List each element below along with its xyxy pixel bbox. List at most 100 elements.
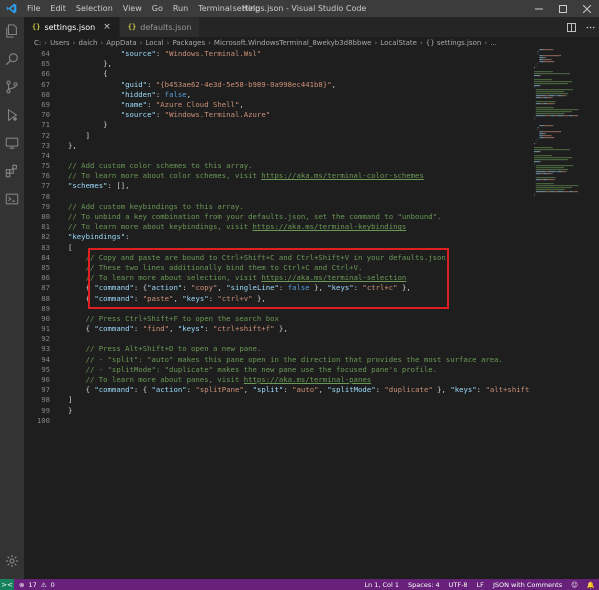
line-code: // To unbind a key combination from your… <box>68 212 441 222</box>
manage-button[interactable] <box>0 547 24 575</box>
line-number: 66 <box>41 69 50 79</box>
vscode-logo-icon <box>0 0 22 17</box>
line-number: 71 <box>41 120 50 130</box>
notifications-bell-icon[interactable]: 🔔 <box>587 581 595 589</box>
menu-view[interactable]: View <box>118 0 147 17</box>
line-number: 90 <box>41 313 50 323</box>
warnings-count: 0 <box>50 580 55 589</box>
minimap-mark <box>551 97 553 99</box>
minimap-mark <box>542 55 561 57</box>
menu-file[interactable]: File <box>22 0 45 17</box>
tab-defaults-json[interactable]: {} defaults.json <box>119 17 201 37</box>
remote-indicator-button[interactable]: >< <box>0 579 14 590</box>
encoding[interactable]: UTF-8 <box>449 581 468 589</box>
line-number: 86 <box>41 273 50 283</box>
breadcrumb-item[interactable]: {} settings.json <box>426 39 482 47</box>
minimap-mark <box>539 135 543 137</box>
minimap-mark <box>541 171 546 173</box>
minimap-mark <box>535 101 556 103</box>
chevron-right-icon: › <box>166 39 170 47</box>
line-code: { "command": "find", "keys": "ctrl+shift… <box>68 324 288 334</box>
minimap-mark <box>543 103 547 105</box>
terminal-panel-button[interactable] <box>0 185 24 213</box>
language-mode[interactable]: JSON with Comments <box>493 581 562 589</box>
menu-terminal[interactable]: Terminal <box>193 0 237 17</box>
breadcrumb-item[interactable]: LocalState <box>380 39 417 47</box>
minimap-mark <box>534 161 540 163</box>
close-icon <box>583 4 591 13</box>
breadcrumb-item[interactable]: ... <box>490 39 497 47</box>
breadcrumb-item[interactable]: daich <box>78 39 97 47</box>
menu-selection[interactable]: Selection <box>71 0 118 17</box>
breadcrumb-item[interactable]: AppData <box>106 39 136 47</box>
minimap-mark <box>534 157 573 159</box>
code-token: // Press Ctrl+Shift+F to open the search… <box>85 313 279 323</box>
minimap-mark <box>568 115 570 117</box>
menu-go[interactable]: Go <box>147 0 168 17</box>
code-line: 67 "guid": "{b453ae62-4e3d-5e58-b989-0a9… <box>24 80 530 90</box>
breadcrumb-item[interactable]: Microsoft.WindowsTerminal_8wekyb3d8bbwe <box>214 39 372 47</box>
breadcrumb-item[interactable]: C: <box>34 39 41 47</box>
minimap-mark <box>534 143 535 145</box>
search-button[interactable] <box>0 45 24 73</box>
minimap-mark <box>543 49 554 51</box>
minimap-mark <box>535 185 579 187</box>
code-line: 79 // Add custom keybindings to this arra… <box>24 202 530 212</box>
code-token[interactable]: https://aka.ms/terminal-color-schemes <box>261 171 424 180</box>
problems-indicator[interactable]: ⊗ 17 ⚠ 0 <box>19 581 55 589</box>
line-ending[interactable]: LF <box>477 581 484 589</box>
code-token: { <box>68 69 108 79</box>
menu-help[interactable]: Help <box>237 0 265 17</box>
split-editor-icon[interactable] <box>567 22 576 32</box>
line-number: 94 <box>41 354 50 364</box>
cursor-position[interactable]: Ln 1, Col 1 <box>364 581 399 589</box>
maximize-button[interactable] <box>551 0 575 17</box>
minimap-mark <box>541 115 546 117</box>
minimap-mark <box>543 125 554 127</box>
code-line: 80 // To unbind a key combination from yo… <box>24 212 530 222</box>
indentation[interactable]: Spaces: 4 <box>408 581 440 589</box>
breadcrumb-item[interactable]: Local <box>145 39 163 47</box>
minimap-mark <box>534 155 552 157</box>
breadcrumb-item[interactable]: Packages <box>172 39 205 47</box>
code-token: { <box>68 324 95 334</box>
explorer-button[interactable] <box>0 17 24 45</box>
minimap-mark <box>539 131 543 133</box>
close-window-button[interactable] <box>575 0 599 17</box>
menu-edit[interactable]: Edit <box>45 0 71 17</box>
minimap[interactable] <box>530 49 599 579</box>
code-line: 68 "hidden": false, <box>24 90 530 100</box>
code-editor[interactable]: 64 "source": "Windows.Terminal.Wsl" 65 },… <box>24 49 530 579</box>
minimap-mark <box>553 93 569 95</box>
extensions-button[interactable] <box>0 157 24 185</box>
tab-settings-json[interactable]: {} settings.json × <box>24 17 120 37</box>
gear-icon <box>5 554 19 568</box>
line-number: 69 <box>41 99 50 109</box>
minimize-button[interactable] <box>527 0 551 17</box>
line-number: 99 <box>41 405 50 415</box>
minimap-mark <box>534 151 539 153</box>
code-token: "source" <box>120 110 156 120</box>
remote-explorer-button[interactable] <box>0 129 24 157</box>
feedback-icon[interactable]: ☺ <box>571 581 578 589</box>
close-tab-icon[interactable]: × <box>103 22 111 32</box>
source-control-button[interactable] <box>0 73 24 101</box>
minimap-mark <box>538 151 541 153</box>
line-code: { "command": { "action": "splitPane", "s… <box>68 385 530 395</box>
minimap-mark <box>535 89 574 91</box>
code-token: : [], <box>107 181 130 191</box>
minimap-mark <box>547 97 552 99</box>
code-token[interactable]: https://aka.ms/terminal-keybindings <box>253 222 407 231</box>
json-file-icon: {} <box>32 23 41 31</box>
breadcrumb-item[interactable]: Users <box>50 39 70 47</box>
code-token[interactable]: https://aka.ms/terminal-panes <box>244 375 371 384</box>
more-actions-icon[interactable] <box>586 23 595 32</box>
menu-run[interactable]: Run <box>168 0 193 17</box>
code-token: : <box>133 324 143 334</box>
run-debug-button[interactable] <box>0 101 24 129</box>
code-line: 66 { <box>24 69 530 79</box>
line-code: ] <box>68 395 72 405</box>
minimap-mark <box>544 97 548 99</box>
